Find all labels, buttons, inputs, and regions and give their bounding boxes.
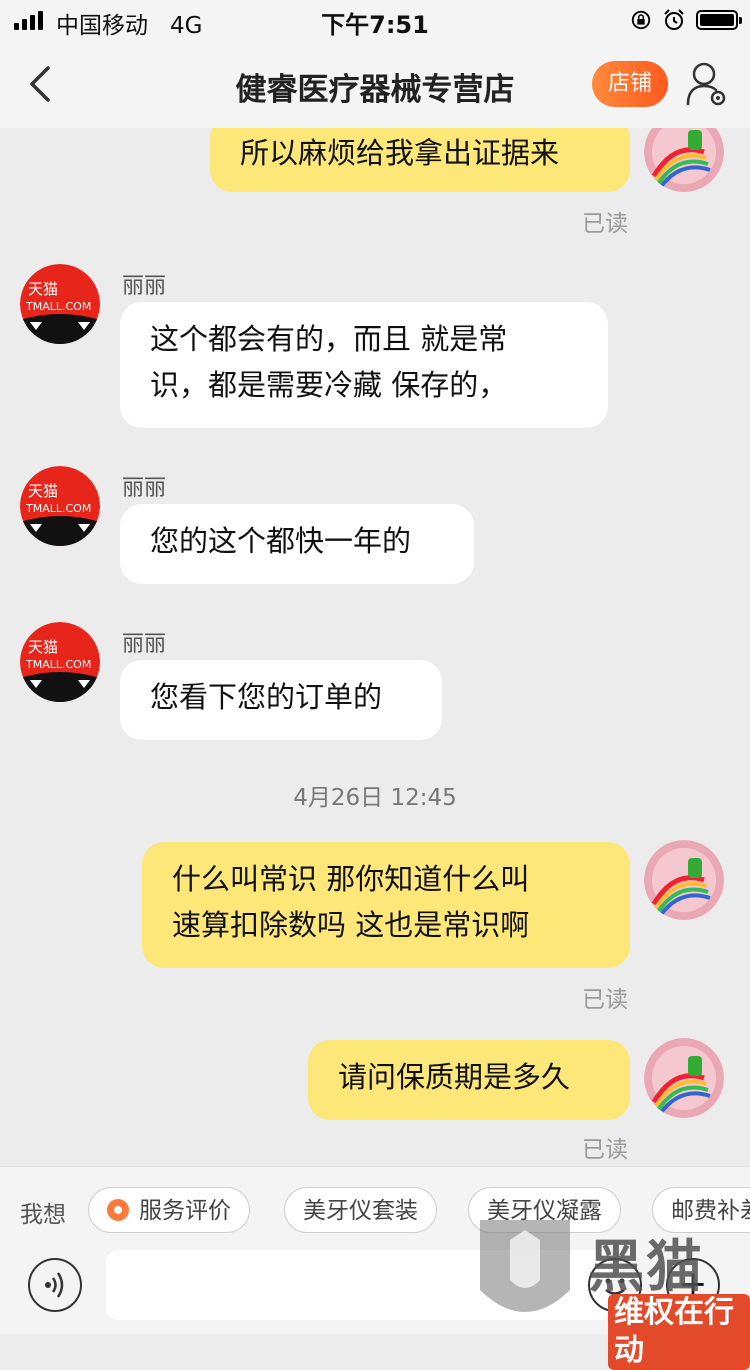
tmall-avatar[interactable]: 天猫 TMALL.COM: [20, 466, 100, 546]
svg-text:TMALL.COM: TMALL.COM: [25, 502, 91, 515]
quick-reply-chip[interactable]: 美牙仪凝露: [468, 1187, 621, 1233]
message-text: 您的这个都快一年的: [150, 524, 412, 558]
battery-icon: [696, 10, 742, 30]
rotation-lock-icon: [631, 10, 651, 30]
svg-text:天猫: 天猫: [28, 280, 58, 298]
message-text: 所以麻烦给我拿出证据来: [240, 136, 560, 170]
read-status: 已读: [582, 987, 628, 1013]
sender-name: 丽丽: [122, 274, 167, 299]
message-list[interactable]: 所以麻烦给我拿出证据来 已读 天猫 TMALL.COM 丽丽 这个都会有的，而且…: [0, 128, 750, 1164]
review-icon: [107, 1199, 129, 1221]
my-avatar[interactable]: [644, 128, 724, 192]
status-bar: 中国移动 4G 下午7:51: [0, 0, 750, 40]
message-text: 识，都是需要冷藏 保存的，: [150, 368, 508, 402]
tmall-avatar[interactable]: 天猫 TMALL.COM: [20, 264, 100, 344]
my-message-bubble[interactable]: 什么叫常识 那你知道什么叫 速算扣除数吗 这也是常识啊: [142, 842, 630, 968]
message-text: 这个都会有的，而且 就是常: [150, 322, 508, 356]
message-text: 速算扣除数吗 这也是常识啊: [172, 908, 530, 942]
svg-text:TMALL.COM: TMALL.COM: [25, 658, 91, 671]
my-avatar[interactable]: [644, 840, 724, 920]
message-text: 您看下您的订单的: [150, 680, 383, 714]
alarm-icon: [664, 9, 684, 30]
user-settings-icon[interactable]: [684, 60, 728, 108]
quick-reply-label: 我想: [20, 1202, 66, 1228]
message-input[interactable]: [106, 1250, 610, 1320]
my-message-bubble[interactable]: 请问保质期是多久: [308, 1040, 630, 1120]
my-message-bubble[interactable]: 所以麻烦给我拿出证据来: [210, 128, 630, 192]
tmall-avatar[interactable]: 天猫 TMALL.COM: [20, 622, 100, 702]
chat-header: 健睿医疗器械专营店 店铺: [0, 40, 750, 128]
their-message-bubble[interactable]: 您看下您的订单的: [120, 660, 442, 740]
their-message-bubble[interactable]: 您的这个都快一年的: [120, 504, 474, 584]
timestamp: 4月26日 12:45: [293, 785, 457, 811]
message-text: 什么叫常识 那你知道什么叫: [172, 862, 530, 896]
quick-reply-service-review[interactable]: 服务评价: [88, 1187, 250, 1233]
sender-name: 丽丽: [122, 476, 167, 501]
emoji-icon[interactable]: [588, 1258, 642, 1312]
their-message-bubble[interactable]: 这个都会有的，而且 就是常 识，都是需要冷藏 保存的，: [120, 302, 608, 428]
quick-reply-chip[interactable]: 美牙仪套装: [284, 1187, 437, 1233]
read-status: 已读: [582, 211, 628, 237]
input-bar: +: [0, 1250, 750, 1334]
quick-reply-bar: 我想 服务评价 美牙仪套装 美牙仪凝露 邮费补差: [0, 1166, 750, 1251]
voice-icon[interactable]: [28, 1258, 82, 1312]
sender-name: 丽丽: [122, 632, 167, 657]
my-avatar[interactable]: [644, 1038, 724, 1118]
svg-text:天猫: 天猫: [28, 482, 58, 500]
read-status: 已读: [582, 1137, 628, 1163]
svg-text:TMALL.COM: TMALL.COM: [25, 300, 91, 313]
quick-reply-chip[interactable]: 邮费补差: [652, 1187, 750, 1233]
shop-button[interactable]: 店铺: [592, 61, 668, 107]
message-text: 请问保质期是多久: [338, 1060, 571, 1094]
svg-text:天猫: 天猫: [28, 638, 58, 656]
plus-icon[interactable]: +: [666, 1258, 720, 1312]
